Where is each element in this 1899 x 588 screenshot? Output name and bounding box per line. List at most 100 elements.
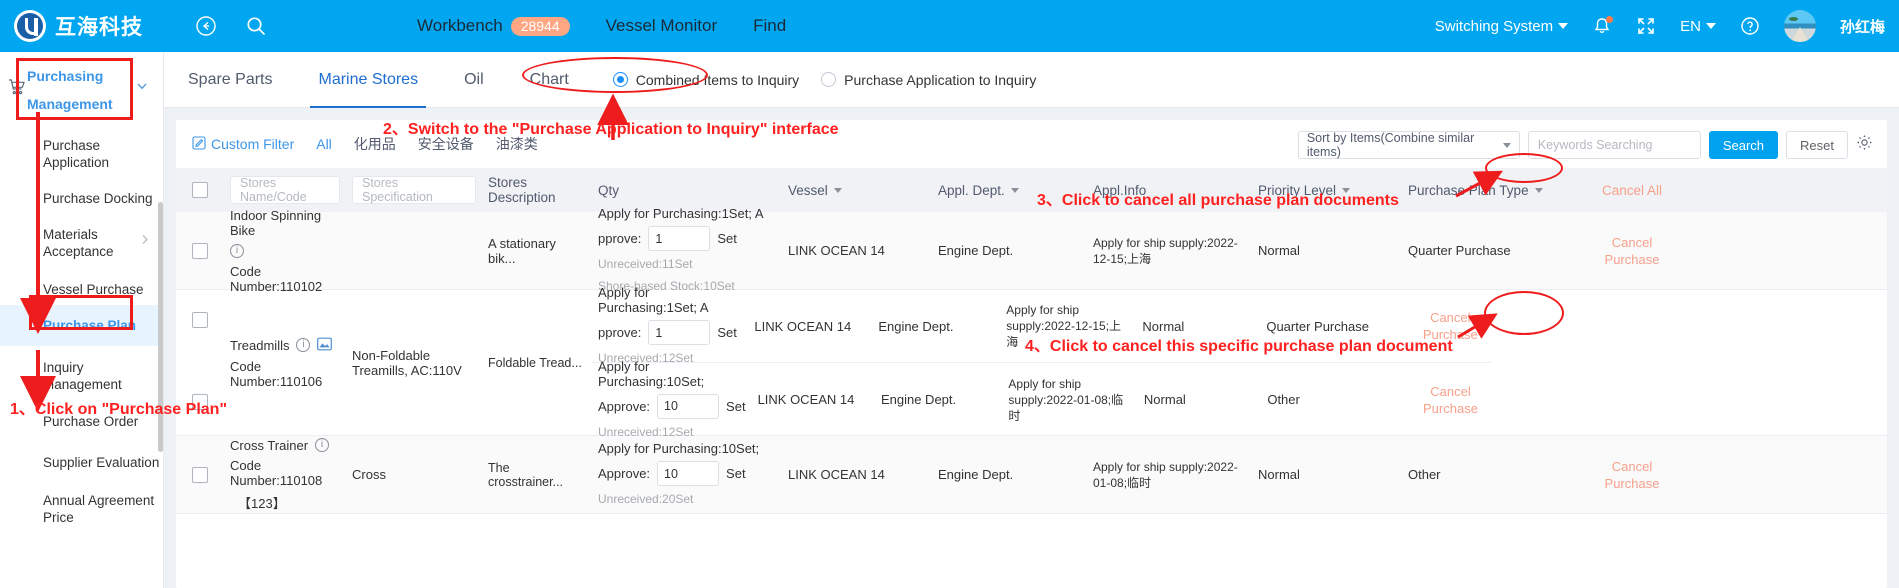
stores-name-code-input[interactable]: Stores Name/Code (230, 176, 340, 204)
sidebar-item-materials-acceptance[interactable]: Materials Acceptance (0, 214, 163, 267)
nav-label-vessel-monitor: Vessel Monitor (605, 16, 718, 35)
qty-apply-text: Apply for Purchasing:10Set; (598, 441, 760, 456)
gear-icon[interactable] (1856, 134, 1873, 156)
top-right-controls: Switching System EN 孙红梅 (1435, 0, 1885, 52)
notification-bell-icon[interactable] (1592, 16, 1614, 36)
cell-qty: Apply for Purchasing:10Set; Approve: 10 … (592, 436, 782, 513)
select-all-checkbox[interactable] (192, 182, 208, 198)
avatar[interactable] (1783, 10, 1816, 42)
language-selector[interactable]: EN (1680, 18, 1716, 35)
chevron-down-icon (1558, 23, 1569, 29)
cell-purchase-plan-type: Quarter Purchase (1402, 212, 1582, 289)
sidebar-item-purchase-plan[interactable]: Purchase Plan (0, 305, 163, 346)
filter-chip-safety-equipment[interactable]: 安全设备 (418, 134, 474, 154)
cancel-purchase-button[interactable]: Cancel Purchase (1420, 309, 1480, 343)
sidebar-item-inquiry-management[interactable]: Inquiry Management (0, 346, 163, 400)
sidebar-item-supplier-evaluation[interactable]: Supplier Evaluation (0, 437, 163, 478)
help-icon[interactable] (1740, 16, 1760, 36)
priority-level: Normal (1142, 318, 1185, 334)
row-checkbox[interactable] (192, 394, 208, 410)
table-subrow[interactable]: Apply for Purchasing:1Set; A pprove: 1 S… (592, 285, 1492, 365)
sidebar-item-label: Inquiry Management (43, 360, 122, 392)
header-purchase-plan-type[interactable]: Purchase Plan Type (1402, 183, 1582, 198)
qty-approve-label: Approve: (598, 398, 651, 414)
qty-apply-text: Apply for Purchasing:1Set; A (598, 285, 709, 315)
qty-approve-input[interactable]: 10 (657, 461, 720, 486)
header-priority-level[interactable]: Priority Level (1252, 183, 1402, 198)
reset-button[interactable]: Reset (1786, 131, 1848, 159)
appl-info: Apply for ship supply:2022-12-15;上海 (1093, 235, 1238, 266)
chevron-down-icon (1534, 187, 1543, 193)
cell-stores-name: Indoor Spinning Bike i Code Number:11010… (224, 208, 346, 294)
qty-approve-input[interactable]: 10 (657, 393, 720, 419)
info-icon[interactable]: i (315, 438, 330, 452)
tab-spare-parts[interactable]: Spare Parts (188, 52, 272, 108)
qty-approve-group: Approve: 10 Set (598, 461, 776, 486)
chevron-right-icon (139, 232, 151, 249)
sidebar-item-purchase-application[interactable]: Purchase Application (0, 130, 163, 178)
table-row[interactable]: Cross Trainer i Code Number:110108 【123】… (176, 436, 1887, 514)
brand-logo-group[interactable]: 互海科技 (14, 10, 143, 42)
switching-system-dropdown[interactable]: Switching System (1435, 18, 1569, 35)
sidebar-item-label: Annual Agreement Price (43, 493, 155, 525)
sort-by-select[interactable]: Sort by Items(Combine similar items) (1297, 131, 1520, 159)
cell-stores-specification: Cross (346, 436, 482, 513)
radio-button-icon (821, 72, 837, 87)
tab-marine-stores[interactable]: Marine Stores (310, 52, 426, 108)
sidebar-item-purchase-order[interactable]: Purchase Order (0, 400, 163, 437)
cancel-all-button[interactable]: Cancel All (1602, 183, 1662, 198)
fullscreen-icon[interactable] (1636, 16, 1656, 36)
appl-info: Apply for ship supply:2022-01-08;临时 (1008, 376, 1124, 423)
filter-chip-all[interactable]: All (316, 136, 332, 152)
nav-item-workbench[interactable]: Workbench 28944 (417, 16, 570, 36)
nav-item-vessel-monitor[interactable]: Vessel Monitor (606, 16, 718, 36)
row-checkbox[interactable] (192, 242, 208, 259)
select-all-cell (176, 182, 224, 198)
info-icon[interactable]: i (296, 338, 311, 352)
qty-unit: Set (717, 231, 737, 246)
table-subrow[interactable]: Apply for Purchasing:10Set; Approve: 10 … (592, 359, 1492, 439)
tab-bar: Spare Parts Marine Stores Oil Chart Comb… (164, 52, 1899, 108)
collapse-left-icon[interactable] (195, 15, 217, 37)
tab-oil[interactable]: Oil (464, 52, 484, 108)
tab-chart[interactable]: Chart (530, 52, 569, 108)
filter-chip-paint[interactable]: 油漆类 (496, 134, 538, 154)
table-row-group-treadmills[interactable]: Treadmills i Code Number:110106 Non-Fold… (176, 285, 1887, 439)
sidebar-item-purchase-docking[interactable]: Purchase Docking (0, 178, 163, 214)
radio-label: Combined Items to Inquiry (635, 71, 800, 88)
cancel-purchase-button[interactable]: Cancel Purchase (1420, 383, 1480, 417)
row-checkbox[interactable] (192, 312, 208, 328)
search-input[interactable]: Keywords Searching (1527, 131, 1701, 159)
cancel-purchase-button[interactable]: Cancel Purchase (1602, 458, 1662, 492)
sidebar-section-header[interactable]: Purchasing Management (0, 52, 163, 130)
qty-approve-input[interactable]: 1 (648, 226, 711, 251)
header-appl-dept[interactable]: Appl. Dept. (932, 183, 1087, 198)
radio-combined-items-to-inquiry[interactable]: Combined Items to Inquiry (612, 71, 800, 88)
custom-filter-button[interactable]: Custom Filter (192, 135, 294, 153)
inquiry-mode-radio-group: Combined Items to Inquiry Purchase Appli… (612, 71, 1036, 88)
search-icon[interactable] (245, 15, 267, 37)
search-button[interactable]: Search (1708, 131, 1779, 159)
chevron-down-icon (1705, 23, 1716, 29)
header-vessel[interactable]: Vessel (782, 183, 932, 198)
radio-purchase-application-to-inquiry[interactable]: Purchase Application to Inquiry (821, 72, 1036, 88)
table-row[interactable]: Indoor Spinning Bike i Code Number:11010… (176, 206, 1887, 294)
sidebar-scrollbar[interactable] (158, 202, 163, 452)
image-icon[interactable] (317, 337, 333, 354)
sidebar-item-vessel-purchase[interactable]: Vessel Purchase (0, 267, 163, 305)
stores-description: The crosstrainer... (488, 460, 564, 489)
stores-name: Cross Trainer (230, 437, 309, 453)
stores-specification-input[interactable]: Stores Specification (352, 176, 476, 204)
info-icon[interactable]: i (230, 243, 244, 258)
nav-item-find[interactable]: Find (753, 16, 786, 36)
row-checkbox[interactable] (192, 466, 208, 483)
vessel-name: LINK OCEAN 14 (788, 467, 885, 482)
cancel-purchase-button[interactable]: Cancel Purchase (1602, 234, 1662, 268)
user-name[interactable]: 孙红梅 (1840, 16, 1885, 37)
appl-dept: Engine Dept. (938, 467, 1014, 482)
qty-approve-input[interactable]: 1 (648, 320, 711, 345)
filter-chip-daily-supplies[interactable]: 化用品 (354, 134, 396, 154)
chevron-down-icon[interactable] (135, 79, 149, 98)
header-appl-info: Appl.Info (1087, 183, 1252, 198)
sidebar-item-annual-agreement-price[interactable]: Annual Agreement Price (0, 478, 163, 533)
